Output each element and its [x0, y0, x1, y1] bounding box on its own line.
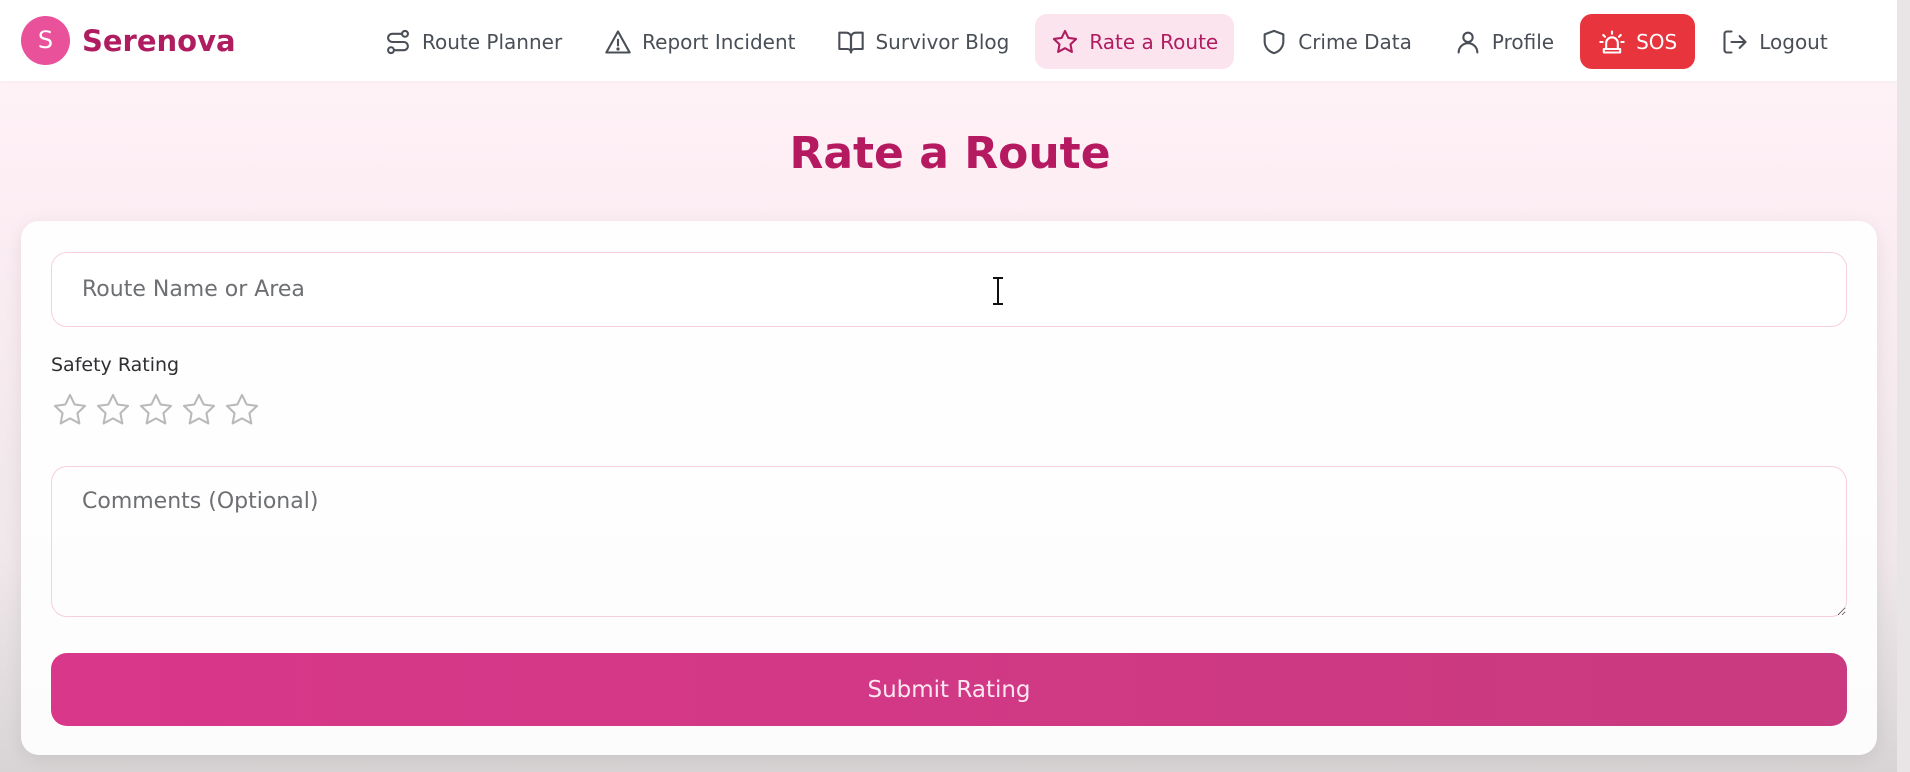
nav-items: Route Planner Report Incident Survivor B…: [368, 14, 1854, 69]
brand-logo: S: [21, 16, 70, 65]
nav-route-planner[interactable]: Route Planner: [368, 14, 578, 69]
page: S Serenova Route Planner Report Incident: [0, 0, 1910, 772]
star-5-icon[interactable]: [223, 391, 261, 429]
nav-label: Route Planner: [422, 29, 563, 54]
nav-survivor-blog[interactable]: Survivor Blog: [821, 14, 1025, 69]
logout-icon: [1723, 29, 1747, 54]
top-navbar: S Serenova Route Planner Report Incident: [0, 0, 1910, 81]
star-2-icon[interactable]: [94, 391, 132, 429]
nav-profile[interactable]: Profile: [1438, 14, 1570, 69]
submit-rating-button[interactable]: Submit Rating: [51, 653, 1847, 726]
star-rating: [51, 391, 266, 429]
nav-logout[interactable]: Logout: [1705, 14, 1843, 69]
nav-rate-a-route[interactable]: Rate a Route: [1035, 14, 1235, 69]
nav-label: Profile: [1491, 29, 1555, 54]
shield-icon: [1263, 29, 1285, 54]
scrollbar[interactable]: [1897, 0, 1910, 772]
nav-label: Survivor Blog: [875, 29, 1010, 54]
nav-label: Crime Data: [1298, 29, 1412, 54]
open-book-icon: [838, 31, 865, 54]
user-icon: [1457, 31, 1479, 54]
nav-label: Report Incident: [642, 29, 796, 54]
nav-report-incident[interactable]: Report Incident: [588, 14, 811, 69]
brand-name: Serenova: [82, 23, 236, 58]
nav-crime-data[interactable]: Crime Data: [1244, 14, 1428, 69]
star-4-icon[interactable]: [180, 391, 218, 429]
brand[interactable]: S Serenova: [21, 16, 236, 65]
warning-triangle-icon: [605, 29, 631, 54]
star-icon: [1053, 29, 1078, 53]
rate-route-form: Safety Rating Submit Rating: [21, 221, 1877, 755]
safety-rating-label: Safety Rating: [51, 354, 180, 376]
star-3-icon[interactable]: [137, 391, 175, 429]
siren-icon: [1599, 29, 1625, 54]
text-cursor-icon: [993, 277, 1003, 305]
sos-button[interactable]: SOS: [1580, 14, 1696, 69]
route-name-input[interactable]: [51, 252, 1847, 327]
star-1-icon[interactable]: [51, 391, 89, 429]
sos-label: SOS: [1636, 29, 1678, 54]
page-title: Rate a Route: [789, 128, 1111, 179]
nav-label: Rate a Route: [1089, 29, 1219, 54]
nav-label: Logout: [1759, 29, 1828, 54]
route-icon: [387, 29, 409, 54]
comments-textarea[interactable]: [51, 466, 1847, 617]
